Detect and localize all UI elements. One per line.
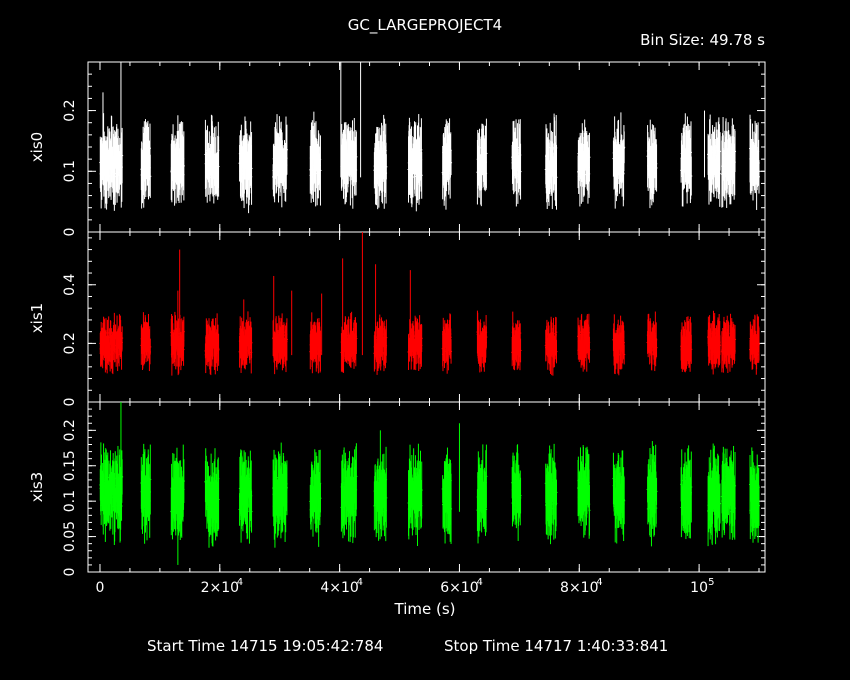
y-tick-label: 0 xyxy=(62,228,78,237)
y-tick-label: 0.4 xyxy=(62,274,78,296)
xis3-frame xyxy=(87,401,766,573)
chart-title: GC_LARGEPROJECT4 xyxy=(348,16,502,35)
xis1-frame xyxy=(87,231,766,403)
bin-size-label: Bin Size: 49.78 s xyxy=(640,31,765,49)
light-curve-chart: GC_LARGEPROJECT4 Bin Size: 49.78 s 00.10… xyxy=(28,16,766,655)
y-tick-label: 0.2 xyxy=(62,332,78,354)
y-tick-label: 0.2 xyxy=(62,99,78,121)
y-tick-label: 0.05 xyxy=(62,521,78,552)
y-tick-label: 0.1 xyxy=(62,490,78,512)
y-tick-label: 0.1 xyxy=(62,160,78,182)
xis0-frame xyxy=(87,61,766,233)
y-tick-label: 0.15 xyxy=(62,450,78,481)
y-tick-label: 0 xyxy=(62,398,78,407)
y-tick-label: 0 xyxy=(62,568,78,577)
xis0-panel: 0 0.1 0.2 xyxy=(62,61,766,237)
xis1-panel: 0 0.2 0.4 xyxy=(62,231,766,407)
xis3-panel: 0 0.05 0.1 0.15 0.2 xyxy=(62,401,766,577)
y-tick-label: 0.2 xyxy=(62,419,78,441)
